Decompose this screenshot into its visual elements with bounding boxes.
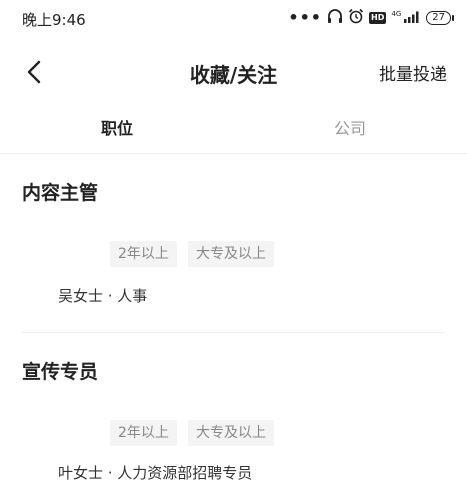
tab-bar: 职位 公司 (0, 105, 467, 154)
network-type-label: 4G (391, 10, 402, 18)
job-title: 宣传专员 (22, 361, 99, 383)
experience-tag: 2年以上 (110, 420, 177, 446)
recruiter-info: 叶女士 · 人力资源部招聘专员 (58, 464, 253, 482)
status-bar: 晚上9:46 ••• HD 4G 27 (0, 0, 467, 38)
education-tag: 大专及以上 (188, 241, 274, 267)
headphones-icon (327, 8, 343, 28)
nav-bar: 收藏/关注 批量投递 (0, 50, 467, 94)
battery-indicator: 27 (426, 11, 454, 25)
job-title: 内容主管 (22, 182, 99, 204)
education-tag: 大专及以上 (188, 420, 274, 446)
recruiter-info: 吴女士 · 人事 (58, 287, 148, 305)
job-item[interactable]: 内容主管 2年以上 大专及以上 吴女士 · 人事 (0, 160, 467, 332)
experience-tag: 2年以上 (110, 241, 177, 267)
signal-icon (403, 9, 421, 28)
status-icons: ••• HD 4G 27 (288, 8, 454, 28)
alarm-clock-icon (348, 8, 364, 28)
tab-companies[interactable]: 公司 (290, 115, 410, 139)
more-dots-icon: ••• (288, 8, 323, 27)
batch-apply-button[interactable]: 批量投递 (379, 60, 447, 85)
status-time: 晚上9:46 (22, 11, 86, 29)
job-item[interactable]: 宣传专员 2年以上 大专及以上 叶女士 · 人力资源部招聘专员 (0, 333, 467, 500)
tab-positions[interactable]: 职位 (57, 115, 177, 139)
hd-badge: HD (369, 12, 387, 24)
